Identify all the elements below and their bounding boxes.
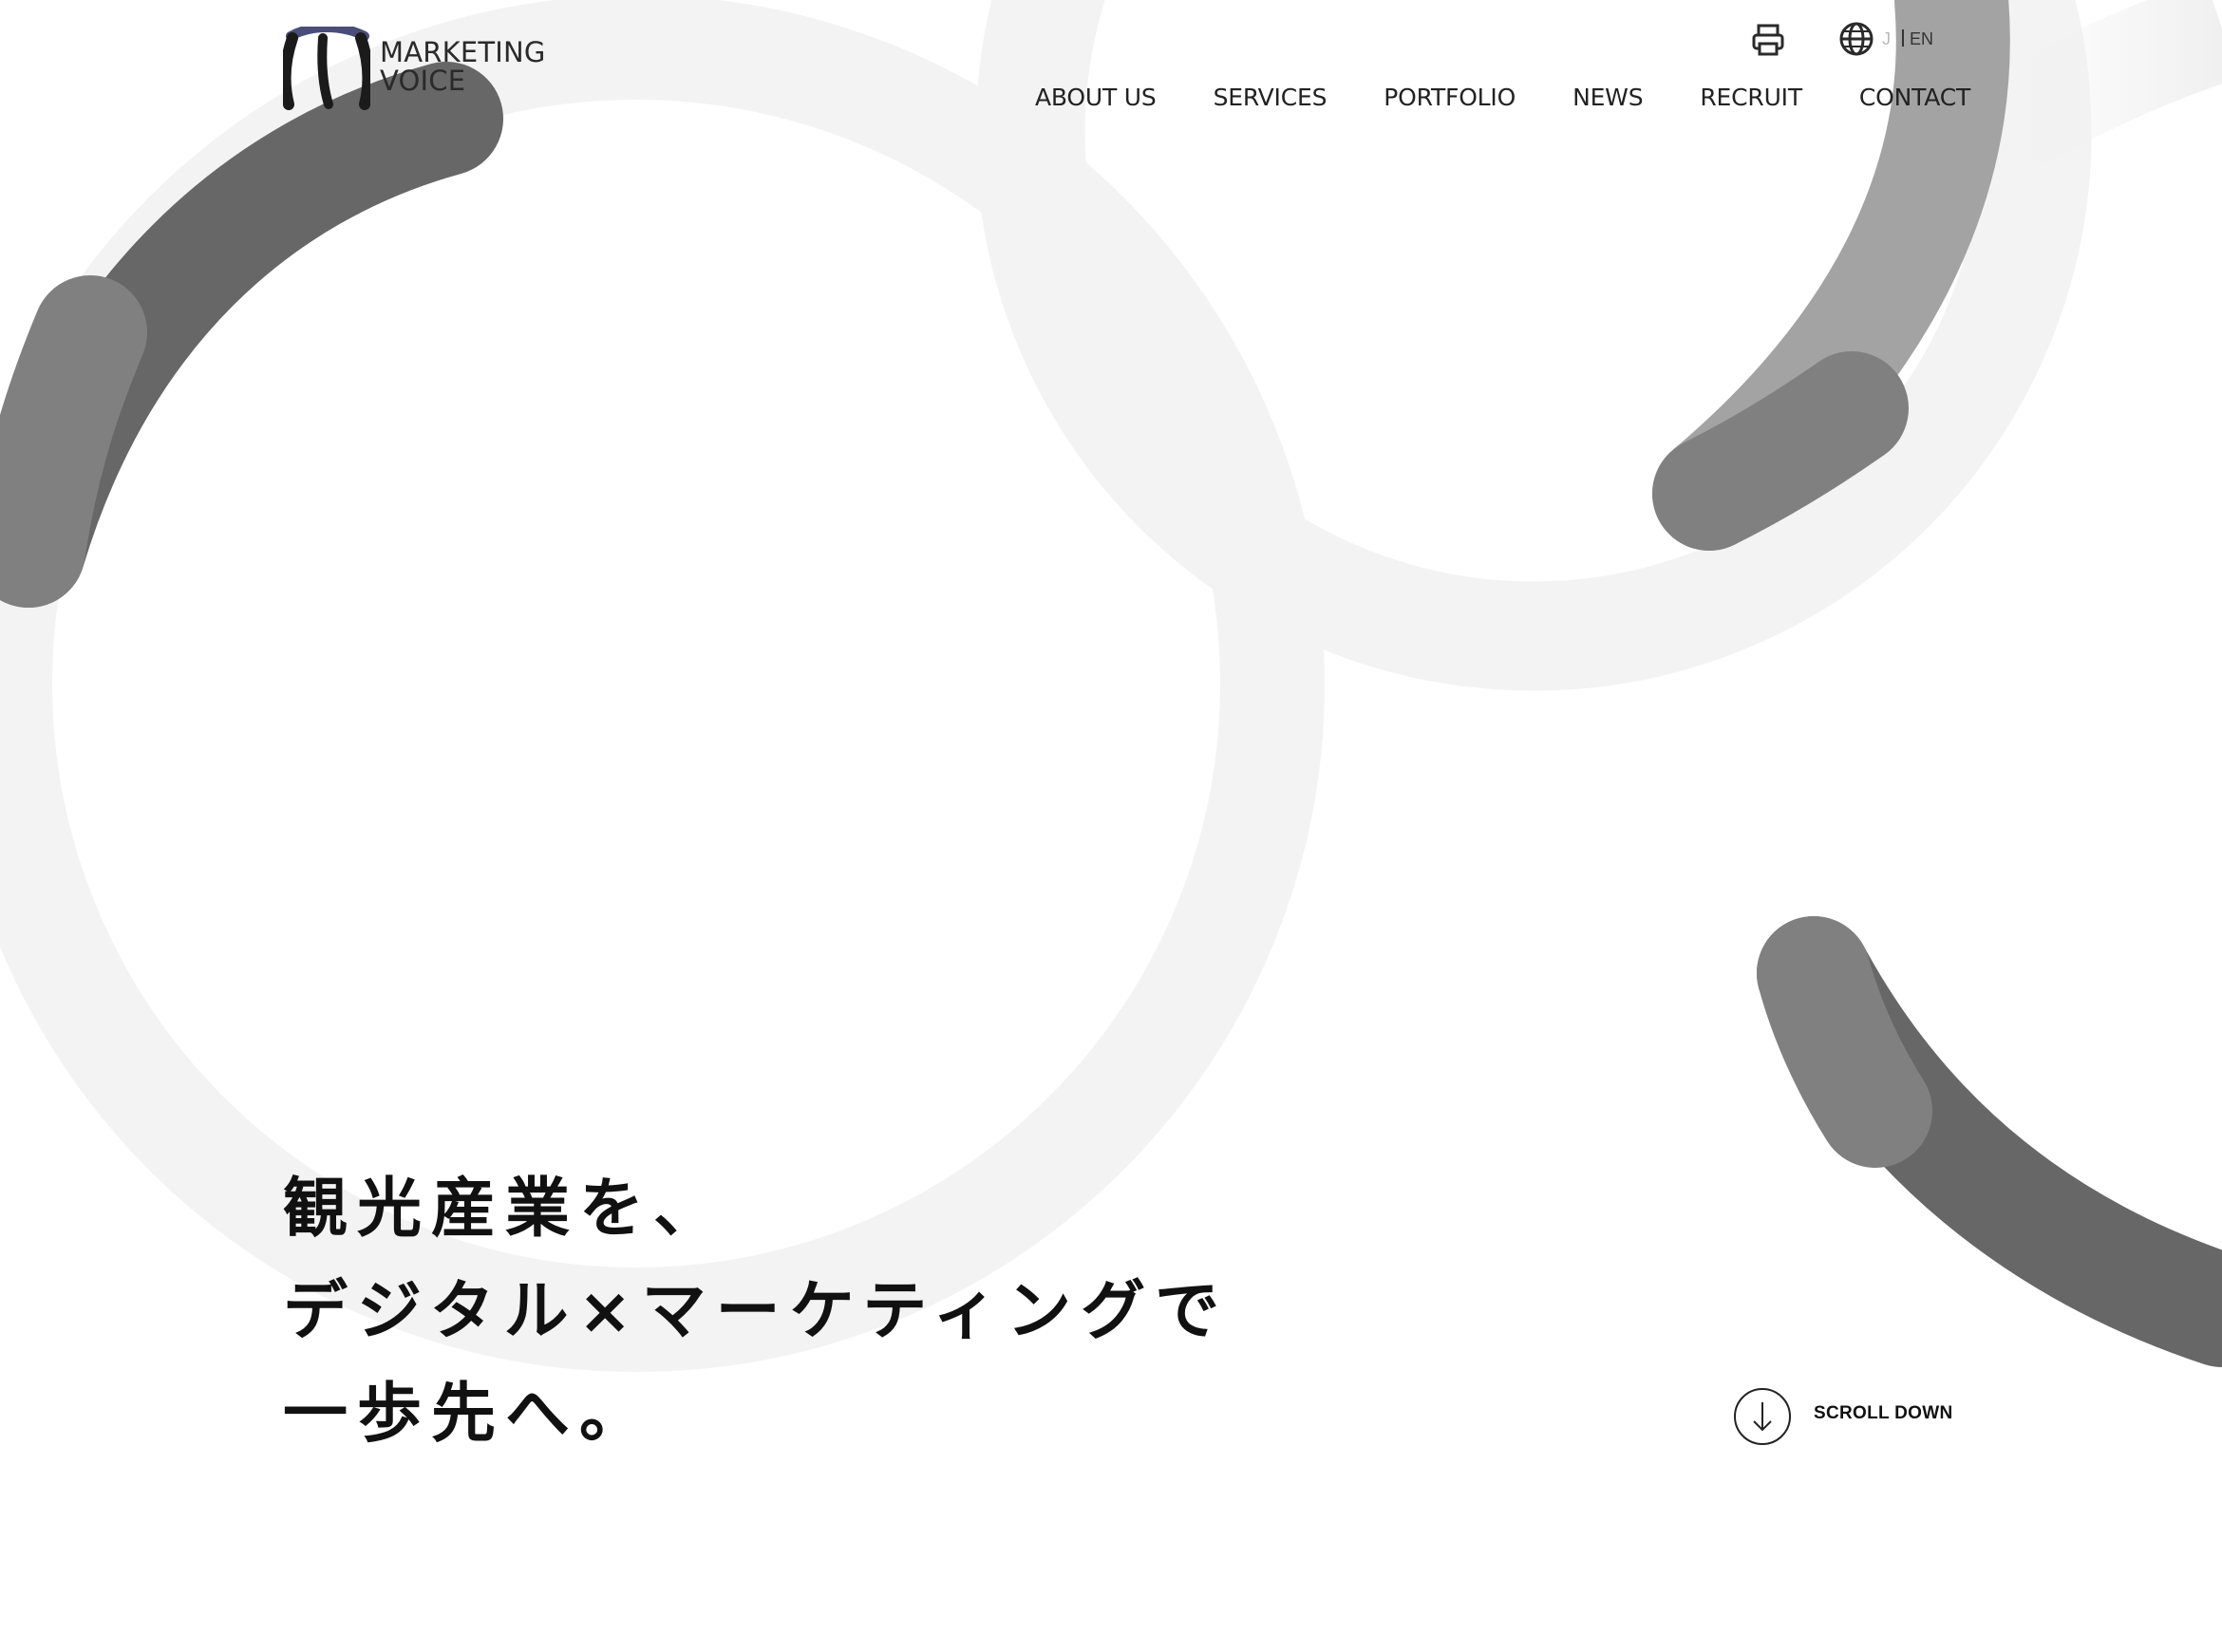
hero-line-1: 観光産業を、: [283, 1172, 728, 1247]
globe-icon[interactable]: [1836, 19, 1876, 59]
nav-item-about-us[interactable]: ABOUT US: [1035, 78, 1157, 118]
language-divider: [1902, 29, 1904, 47]
main-navigation: ABOUT US SERVICES PORTFOLIO NEWS RECRUIT…: [1035, 78, 1970, 118]
hero-line-3: 一歩先へ。: [283, 1377, 654, 1452]
printer-icon[interactable]: [1749, 21, 1787, 59]
logo-line-voice: VOICE: [380, 65, 466, 97]
right-bottom-dark-arc: [1757, 916, 2222, 1367]
logo-wordmark: MARKETING VOICE: [380, 36, 570, 97]
hero-copy: 観光産業を、 デジタル×マーケティングで 一歩先へ。: [283, 1158, 1233, 1466]
logo-line-marketing: MARKETING: [380, 36, 546, 68]
nav-item-news[interactable]: NEWS: [1572, 78, 1643, 118]
nav-item-contact[interactable]: CONTACT: [1859, 78, 1970, 118]
arrow-down-circle-icon: [1734, 1388, 1791, 1445]
scroll-down-button[interactable]: SCROLL DOWN: [1732, 1386, 1960, 1449]
language-en[interactable]: EN: [1910, 29, 1933, 48]
scroll-down-label: SCROLL DOWN: [1814, 1403, 1953, 1423]
site-logo[interactable]: MARKETING VOICE: [283, 27, 558, 112]
hero-line-2: デジタル×マーケティングで: [283, 1274, 1230, 1349]
site-header: MARKETING VOICE J EN ABOUT US SERVICES PO…: [0, 0, 2222, 133]
language-ja[interactable]: J: [1882, 29, 1891, 48]
language-switcher: J EN: [1882, 25, 1933, 53]
nav-item-services[interactable]: SERVICES: [1214, 78, 1328, 118]
nav-item-recruit[interactable]: RECRUIT: [1700, 78, 1802, 118]
header-utility-bar: J EN: [1738, 17, 1985, 56]
marketing-voice-m-logo: [283, 27, 370, 110]
nav-item-portfolio[interactable]: PORTFOLIO: [1384, 78, 1516, 118]
left-dark-arc: [0, 62, 503, 608]
